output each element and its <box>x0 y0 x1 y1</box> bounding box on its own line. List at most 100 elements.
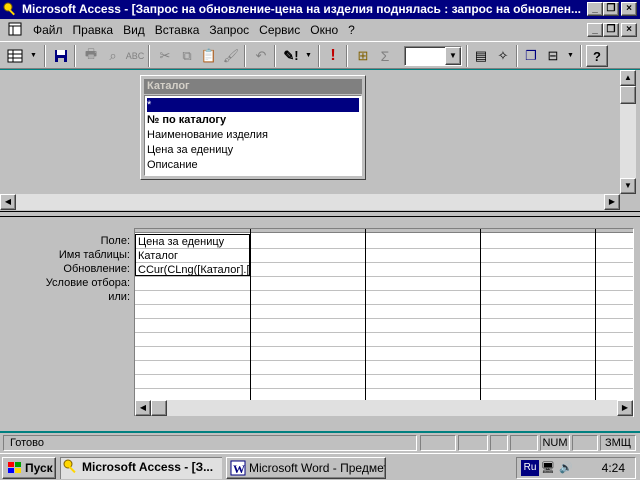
paste-button[interactable]: 📋 <box>198 45 220 67</box>
grid-cell-criteria-1[interactable] <box>136 277 249 291</box>
new-object-button[interactable]: ⊟ <box>542 45 564 67</box>
grid-cell-update-5[interactable] <box>596 263 633 277</box>
query-type-button[interactable]: ✎! <box>280 45 302 67</box>
query-type-dropdown-icon[interactable]: ▼ <box>305 52 312 59</box>
grid-cell-field-2[interactable] <box>251 235 364 249</box>
table-pane-horizontal-scrollbar[interactable]: ◀ ▶ <box>0 194 622 211</box>
tray-monitor-icon[interactable]: 🖥 <box>541 461 555 474</box>
grid-cell-or-3[interactable] <box>366 291 479 305</box>
grid-cell-or-4[interactable] <box>481 291 594 305</box>
doc-close-button[interactable]: × <box>621 23 637 37</box>
menu-insert[interactable]: Вставка <box>154 23 201 37</box>
totals-button[interactable]: Σ <box>374 45 396 67</box>
scroll-thumb[interactable] <box>620 86 636 104</box>
scroll-left-icon[interactable]: ◀ <box>135 400 151 416</box>
field-product-name[interactable]: Наименование изделия <box>147 128 268 142</box>
spelling-button[interactable]: ABC <box>124 45 146 67</box>
menu-window[interactable]: Окно <box>309 23 339 37</box>
minimize-button[interactable]: _ <box>587 2 603 16</box>
menu-tools[interactable]: Сервис <box>258 23 301 37</box>
grid-cell-table-2[interactable] <box>251 249 364 263</box>
view-dropdown-icon[interactable]: ▼ <box>30 52 37 59</box>
close-button[interactable]: × <box>621 2 637 16</box>
grid-cell-field-4[interactable] <box>481 235 594 249</box>
doc-restore-button[interactable]: ❐ <box>603 23 619 37</box>
scroll-track[interactable] <box>620 104 636 180</box>
grid-cell-update-4[interactable] <box>481 263 594 277</box>
scroll-up-icon[interactable]: ▲ <box>620 70 636 86</box>
top-values-combo[interactable]: ▼ <box>404 46 462 66</box>
grid-cell-field-1[interactable]: Цена за еденицу <box>136 235 249 249</box>
field-unit-price[interactable]: Цена за еденицу <box>147 143 233 157</box>
field-catalog-number[interactable]: № по каталогу <box>147 113 226 127</box>
grid-horizontal-scrollbar[interactable]: ◀ ▶ <box>135 400 633 417</box>
cut-button[interactable]: ✂ <box>154 45 176 67</box>
doc-minimize-button[interactable]: _ <box>587 23 603 37</box>
run-button[interactable]: ! <box>322 45 344 67</box>
new-object-dropdown-icon[interactable]: ▼ <box>567 52 574 59</box>
grid-cell-criteria-5[interactable] <box>596 277 633 291</box>
menu-edit[interactable]: Правка <box>72 23 115 37</box>
grid-cell-field-3[interactable] <box>366 235 479 249</box>
scroll-down-icon[interactable]: ▼ <box>620 178 636 194</box>
grid-cell-criteria-2[interactable] <box>251 277 364 291</box>
build-button[interactable]: ✧ <box>492 45 514 67</box>
grid-cell-criteria-4[interactable] <box>481 277 594 291</box>
grid-cell-criteria-3[interactable] <box>366 277 479 291</box>
print-preview-button[interactable]: ⌕ <box>102 45 124 67</box>
restore-button[interactable]: ❐ <box>603 2 619 16</box>
scroll-thumb[interactable] <box>151 400 167 416</box>
scroll-track[interactable] <box>167 400 617 416</box>
document-icon[interactable] <box>8 22 22 36</box>
grid-cell-table-5[interactable] <box>596 249 633 263</box>
grid-cell-table-4[interactable] <box>481 249 594 263</box>
properties-button[interactable]: ▤ <box>470 45 492 67</box>
grid-cell-or-5[interactable] <box>596 291 633 305</box>
num-lock-indicator: NUM <box>540 435 570 451</box>
grid-cell-update-1[interactable]: CCur(CLng([Каталог].[Ц <box>136 263 249 277</box>
view-button[interactable] <box>4 45 26 67</box>
grid-cell-table-1[interactable]: Каталог <box>136 249 249 263</box>
save-button[interactable] <box>50 45 72 67</box>
show-table-button[interactable]: ⊞ <box>352 45 374 67</box>
column-selector-strip[interactable] <box>135 229 633 233</box>
caps-lock-indicator: ЗМЩ <box>600 435 636 451</box>
scroll-right-icon[interactable]: ▶ <box>604 194 620 210</box>
taskbar-access-button[interactable]: Microsoft Access - [З... <box>60 457 222 479</box>
table-field-list[interactable]: Каталог * № по каталогу Наименование изд… <box>140 75 366 180</box>
query-design-grid[interactable]: Цена за еденицу Каталог CCur(CLng([Катал… <box>134 228 634 417</box>
menu-view[interactable]: Вид <box>122 23 146 37</box>
field-description[interactable]: Описание <box>147 158 198 172</box>
taskbar-word-button[interactable]: W Microsoft Word - Предмет... <box>226 457 386 479</box>
grid-cell-field-5[interactable] <box>596 235 633 249</box>
title-bar[interactable]: Microsoft Access - [Запрос на обновление… <box>0 0 640 19</box>
format-painter-button[interactable]: 🖌 <box>220 45 242 67</box>
copy-button[interactable]: ⧉ <box>176 45 198 67</box>
grid-cell-update-2[interactable] <box>251 263 364 277</box>
grid-cell-or-2[interactable] <box>251 291 364 305</box>
scroll-left-icon[interactable]: ◀ <box>0 194 16 210</box>
field-all[interactable]: * <box>147 98 359 112</box>
undo-button[interactable]: ↶ <box>250 45 272 67</box>
language-indicator[interactable]: Ru <box>521 460 539 476</box>
database-window-button[interactable]: ❐ <box>520 45 542 67</box>
start-button[interactable]: Пуск <box>2 457 56 479</box>
grid-cell-update-3[interactable] <box>366 263 479 277</box>
run-exclamation-icon: ! <box>330 47 336 64</box>
scroll-right-icon[interactable]: ▶ <box>617 400 633 416</box>
print-button[interactable]: 🖶 <box>80 45 102 67</box>
clock[interactable]: 4:24 <box>602 461 625 475</box>
field-list-title[interactable]: Каталог <box>144 79 362 94</box>
menu-query[interactable]: Запрос <box>208 23 250 37</box>
menu-help[interactable]: ? <box>347 23 356 37</box>
grid-cell-or-1[interactable] <box>136 291 249 305</box>
chevron-down-icon[interactable]: ▼ <box>445 47 461 65</box>
scroll-track[interactable] <box>16 194 604 210</box>
undo-icon: ↶ <box>255 48 267 63</box>
menu-file[interactable]: Файл <box>32 23 64 37</box>
field-list[interactable]: * № по каталогу Наименование изделия Цен… <box>144 95 362 176</box>
help-button[interactable]: ? <box>586 45 608 67</box>
help-icon: ? <box>593 48 601 64</box>
grid-cell-table-3[interactable] <box>366 249 479 263</box>
tray-speaker-icon[interactable]: 🔊 <box>559 461 573 474</box>
